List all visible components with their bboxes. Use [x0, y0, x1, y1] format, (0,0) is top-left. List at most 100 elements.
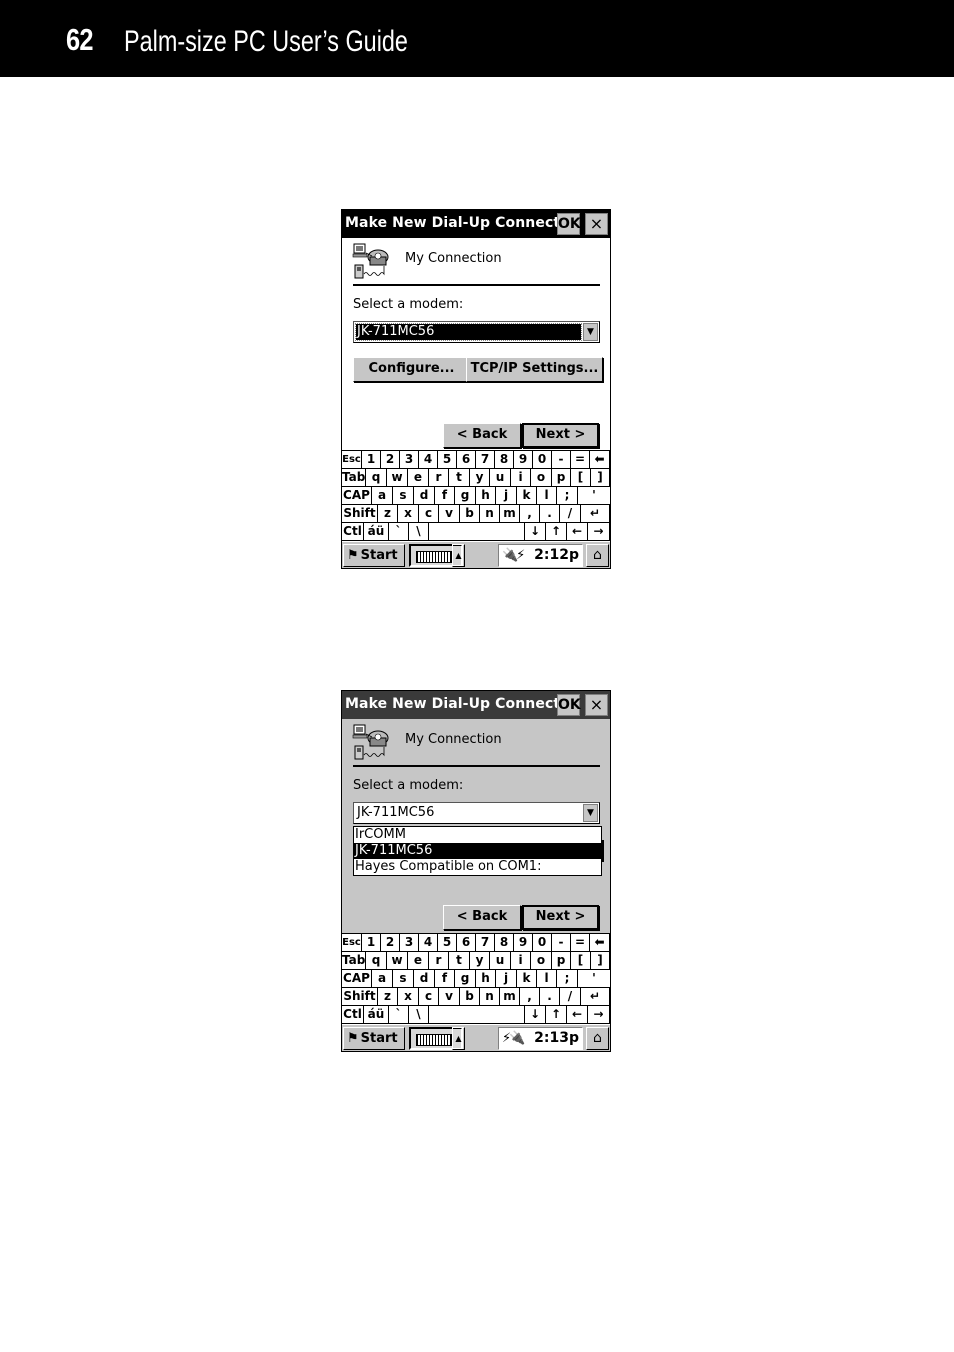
key[interactable]: i	[511, 952, 531, 970]
key-backspace[interactable]: ⬅	[590, 934, 610, 952]
key[interactable]: v	[439, 988, 460, 1006]
next-button[interactable]: Next >	[522, 905, 599, 930]
key[interactable]: b	[460, 505, 480, 523]
key[interactable]: 0	[533, 451, 552, 469]
modem-option[interactable]: Hayes Compatible on COM1:	[354, 859, 601, 875]
key[interactable]: p	[552, 952, 571, 970]
modem-option[interactable]: IrCOMM	[354, 827, 601, 843]
key[interactable]: s	[393, 970, 414, 988]
key[interactable]: 5	[438, 451, 457, 469]
key[interactable]: 7	[476, 451, 495, 469]
key[interactable]: l	[537, 970, 557, 988]
key[interactable]: x	[398, 505, 419, 523]
dropdown-arrow-icon[interactable]: ▼	[583, 804, 598, 822]
key[interactable]: t	[449, 952, 470, 970]
key[interactable]: w	[387, 469, 408, 487]
dropdown-arrow-icon[interactable]: ▼	[583, 323, 598, 341]
key[interactable]: f	[435, 487, 455, 505]
key[interactable]: -	[552, 451, 571, 469]
key[interactable]: ;	[557, 487, 578, 505]
key-backspace[interactable]: ⬅	[590, 451, 610, 469]
key[interactable]: Esc	[342, 451, 362, 469]
key[interactable]: \	[409, 1006, 429, 1024]
key[interactable]: 4	[419, 934, 438, 952]
key[interactable]: 0	[533, 934, 552, 952]
key[interactable]: n	[480, 505, 500, 523]
key[interactable]: 3	[400, 934, 419, 952]
key[interactable]: 9	[514, 934, 533, 952]
key[interactable]: `	[389, 523, 409, 541]
desktop-icon[interactable]: ⌂	[586, 544, 609, 567]
key[interactable]: ]	[591, 952, 610, 970]
key[interactable]: z	[378, 988, 398, 1006]
key[interactable]: i	[511, 469, 531, 487]
key[interactable]: h	[476, 970, 496, 988]
key[interactable]: Shift	[342, 988, 378, 1006]
key[interactable]: m	[500, 505, 520, 523]
key[interactable]: ↓	[525, 523, 546, 541]
key[interactable]: ;	[557, 970, 578, 988]
key[interactable]: m	[500, 988, 520, 1006]
clock-time[interactable]: 2:12p	[534, 547, 579, 563]
key[interactable]: `	[389, 1006, 409, 1024]
key[interactable]: n	[480, 988, 500, 1006]
key[interactable]: c	[419, 505, 439, 523]
key-space[interactable]	[429, 1006, 525, 1024]
ok-button[interactable]: OK	[557, 694, 581, 716]
key[interactable]: 5	[438, 934, 457, 952]
key[interactable]: [	[571, 469, 591, 487]
key[interactable]: CAP	[342, 487, 372, 505]
key[interactable]: g	[455, 970, 476, 988]
key[interactable]: =	[571, 451, 590, 469]
key[interactable]: 6	[457, 451, 476, 469]
key[interactable]: o	[531, 952, 552, 970]
key[interactable]: l	[537, 487, 557, 505]
desktop-icon[interactable]: ⌂	[586, 1027, 609, 1050]
key[interactable]: 1	[362, 934, 381, 952]
key[interactable]: 1	[362, 451, 381, 469]
key[interactable]: Shift	[342, 505, 378, 523]
key[interactable]: /	[560, 988, 581, 1006]
key[interactable]: 6	[457, 934, 476, 952]
key[interactable]: '	[578, 970, 610, 988]
key[interactable]: 3	[400, 451, 419, 469]
key[interactable]: ←	[567, 523, 588, 541]
key[interactable]: y	[470, 952, 490, 970]
tcpip-settings-button[interactable]: TCP/IP Settings...	[466, 357, 603, 382]
key[interactable]: j	[496, 970, 517, 988]
clock-time[interactable]: 2:13p	[534, 1030, 579, 1046]
key[interactable]: 7	[476, 934, 495, 952]
key[interactable]: j	[496, 487, 517, 505]
key[interactable]: 8	[495, 451, 514, 469]
ok-button[interactable]: OK	[557, 213, 581, 235]
input-method-arrow-button[interactable]: ▲	[452, 1027, 465, 1050]
key[interactable]: a	[372, 970, 393, 988]
key[interactable]: q	[366, 952, 387, 970]
key[interactable]: áü	[364, 523, 389, 541]
modem-option-selected[interactable]: JK-711MC56	[354, 843, 601, 859]
key[interactable]: w	[387, 952, 408, 970]
start-button[interactable]: ⚑ Start	[343, 544, 405, 567]
key[interactable]: f	[435, 970, 455, 988]
key[interactable]: p	[552, 469, 571, 487]
key[interactable]: h	[476, 487, 496, 505]
key[interactable]: ←	[567, 1006, 588, 1024]
key[interactable]: 4	[419, 451, 438, 469]
power-network-icons[interactable]: 🔌⚡	[502, 548, 525, 563]
key[interactable]: e	[408, 952, 429, 970]
key[interactable]: u	[490, 469, 511, 487]
input-method-arrow-button[interactable]: ▲	[452, 544, 465, 567]
next-button[interactable]: Next >	[522, 423, 599, 448]
key[interactable]: ]	[591, 469, 610, 487]
key[interactable]: Tab	[342, 952, 366, 970]
close-button[interactable]: ×	[585, 694, 608, 716]
key[interactable]: k	[517, 487, 537, 505]
key[interactable]: -	[552, 934, 571, 952]
key[interactable]: t	[449, 469, 470, 487]
close-button[interactable]: ×	[585, 213, 608, 235]
key[interactable]: Tab	[342, 469, 366, 487]
key-enter[interactable]: ↵	[581, 988, 610, 1006]
key[interactable]: ↓	[525, 1006, 546, 1024]
back-button[interactable]: < Back	[443, 423, 521, 448]
key[interactable]: \	[409, 523, 429, 541]
